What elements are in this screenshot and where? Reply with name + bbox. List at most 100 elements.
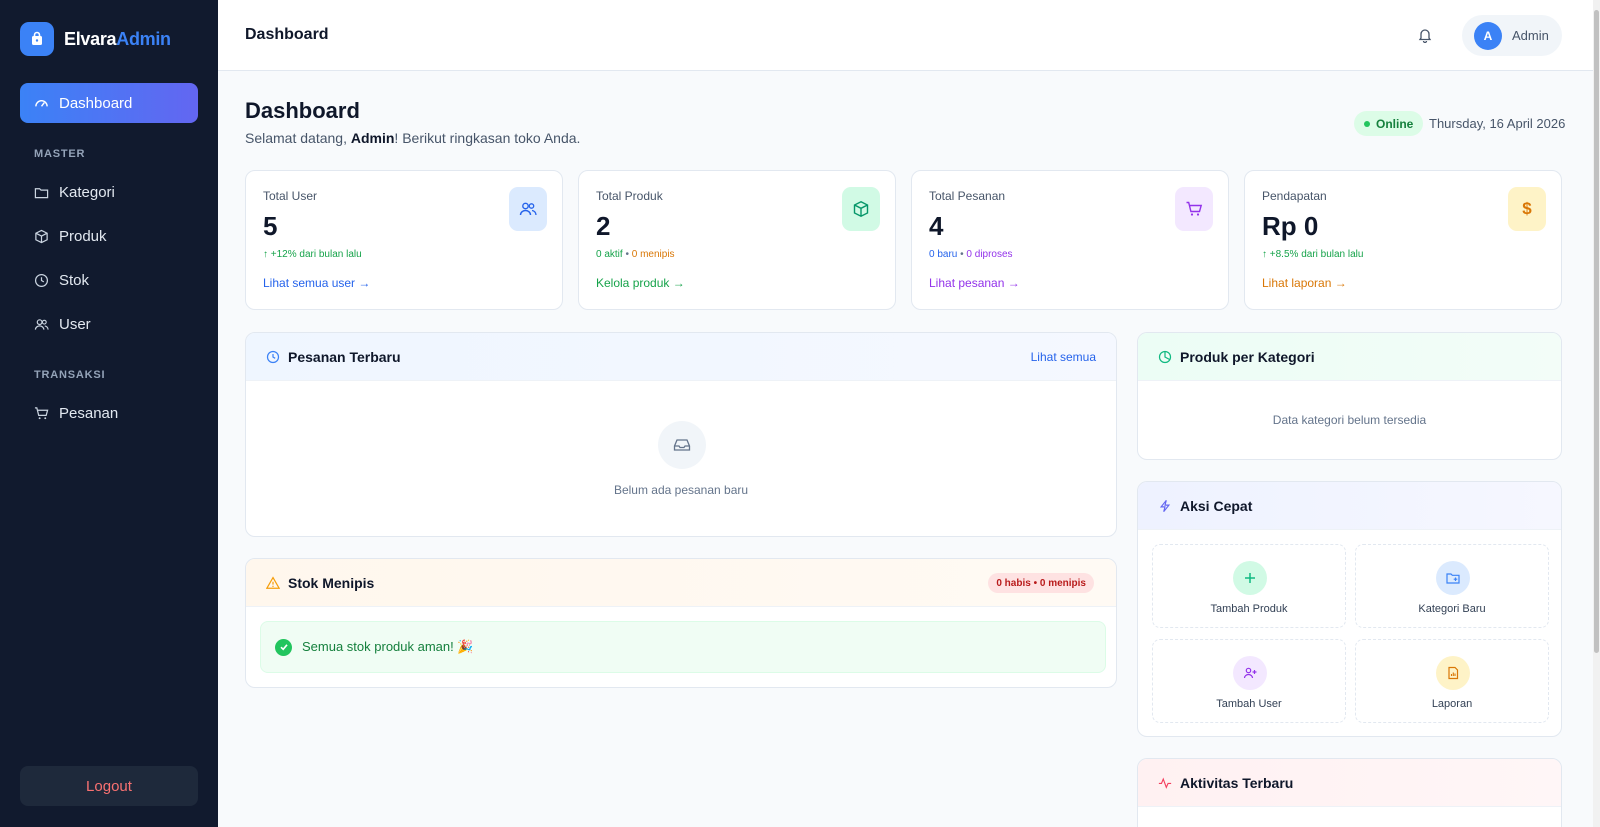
panel-header: Pesanan Terbaru Lihat semua [246, 333, 1116, 381]
sidebar-item-stok[interactable]: Stok [20, 260, 198, 300]
sidebar-item-label: User [59, 315, 91, 333]
avatar: A [1474, 21, 1502, 50]
clock-icon [34, 273, 49, 287]
sidebar: ElvaraAdmin Dashboard MASTER Kategori Pr… [0, 0, 218, 827]
sidebar-item-produk[interactable]: Produk [20, 216, 198, 256]
sidebar-item-label: Dashboard [59, 94, 133, 112]
bell-icon[interactable] [1417, 27, 1433, 43]
panel-header: Produk per Kategori [1138, 333, 1561, 381]
stat-value: 5 [263, 211, 278, 241]
dollar-icon: $ [1508, 187, 1546, 231]
quick-action-label: Tambah User [1216, 698, 1282, 710]
view-orders-link[interactable]: Lihat pesanan → [929, 276, 1020, 290]
stat-value: 4 [929, 211, 944, 241]
page-scrollbar[interactable] [1593, 0, 1600, 827]
quick-actions-panel: Aksi Cepat Tambah Produk Kategori Baru T… [1137, 481, 1562, 737]
users-icon [509, 187, 547, 231]
user-name: Admin [1512, 28, 1549, 43]
shopping-cart-icon [1175, 187, 1213, 231]
stat-label: Total Produk [596, 189, 663, 203]
stat-card-users: Total User 5 ↑ +12% dari bulan lalu Liha… [245, 170, 563, 310]
view-report-link[interactable]: Lihat laporan → [1262, 276, 1347, 290]
online-dot-icon [1364, 120, 1370, 127]
users-icon [34, 318, 49, 330]
topbar: Dashboard A Admin [218, 0, 1593, 71]
sidebar-section-master: MASTER [34, 148, 86, 160]
see-all-orders-link[interactable]: Lihat semua [1031, 350, 1096, 364]
recent-activity-panel: Aktivitas Terbaru [1137, 758, 1562, 827]
add-user-button[interactable]: Tambah User [1152, 639, 1346, 723]
arrow-up-icon: ↑ [1262, 249, 1270, 260]
sidebar-item-pesanan[interactable]: Pesanan [20, 393, 198, 433]
sidebar-item-kategori[interactable]: Kategori [20, 172, 198, 212]
user-menu[interactable]: A Admin [1462, 15, 1562, 56]
topbar-title: Dashboard [245, 26, 329, 43]
dashboard-gauge-icon [35, 99, 48, 107]
view-all-users-link[interactable]: Lihat semua user → [263, 276, 370, 290]
page-title: Dashboard [245, 98, 360, 123]
panel-title: Produk per Kategori [1180, 348, 1315, 365]
new-category-button[interactable]: Kategori Baru [1355, 544, 1549, 628]
check-circle-icon [275, 638, 292, 656]
recent-orders-panel: Pesanan Terbaru Lihat semua Belum ada pe… [245, 332, 1117, 537]
stock-status-badge: 0 habis • 0 menipis [988, 573, 1094, 593]
panel-header: Aktivitas Terbaru [1138, 759, 1561, 807]
stat-card-orders: Total Pesanan 4 0 baru • 0 diproses Liha… [911, 170, 1229, 310]
folder-icon [34, 187, 49, 198]
activity-pulse-icon [1158, 776, 1172, 789]
status-badge: Online [1354, 111, 1424, 136]
stat-breakdown: 0 aktif • 0 menipis [596, 249, 675, 260]
empty-category-text: Data kategori belum tersedia [1272, 413, 1427, 427]
stat-trend: ↑ +8.5% dari bulan lalu [1262, 249, 1364, 260]
sidebar-item-dashboard[interactable]: Dashboard [20, 83, 198, 123]
quick-action-label: Tambah Produk [1210, 603, 1288, 615]
stat-label: Total Pesanan [929, 189, 1006, 203]
panel-header: Aksi Cepat [1138, 482, 1561, 530]
panel-header: Stok Menipis 0 habis • 0 menipis [246, 559, 1116, 607]
current-date: Thursday, 16 April 2026 [1429, 116, 1566, 131]
stock-ok-text: Semua stok produk aman! 🎉 [302, 639, 474, 654]
stat-label: Total User [263, 189, 318, 203]
sidebar-item-user[interactable]: User [20, 304, 198, 344]
stat-value: Rp 0 [1262, 211, 1319, 241]
stat-label: Pendapatan [1262, 189, 1327, 203]
empty-orders-text: Belum ada pesanan baru [613, 483, 749, 497]
sidebar-item-label: Stok [59, 271, 90, 289]
brand-name: ElvaraAdmin [64, 28, 171, 49]
lightning-icon [1159, 499, 1171, 512]
panel-title: Stok Menipis [288, 574, 375, 591]
folder-plus-icon [1436, 561, 1470, 595]
panel-title: Pesanan Terbaru [288, 348, 401, 365]
plus-icon [1233, 561, 1267, 595]
sidebar-item-label: Pesanan [59, 404, 119, 422]
category-panel: Produk per Kategori Data kategori belum … [1137, 332, 1562, 460]
warning-icon [266, 575, 280, 589]
report-button[interactable]: Laporan [1355, 639, 1549, 723]
manage-products-link[interactable]: Kelola produk → [596, 276, 685, 290]
scrollbar-thumb[interactable] [1594, 10, 1599, 653]
add-product-button[interactable]: Tambah Produk [1152, 544, 1346, 628]
shopping-bag-icon [20, 22, 54, 56]
stat-card-revenue: Pendapatan Rp 0 ↑ +8.5% dari bulan lalu … [1244, 170, 1562, 310]
stat-card-products: Total Produk 2 0 aktif • 0 menipis Kelol… [578, 170, 896, 310]
arrow-up-icon: ↑ [263, 249, 271, 260]
low-stock-panel: Stok Menipis 0 habis • 0 menipis Semua s… [245, 558, 1117, 688]
stat-breakdown: 0 baru • 0 diproses [929, 249, 1013, 260]
box-icon [842, 187, 880, 231]
quick-action-label: Kategori Baru [1418, 603, 1486, 615]
sidebar-item-label: Produk [59, 227, 107, 245]
sidebar-section-transaksi: TRANSAKSI [34, 369, 106, 381]
panel-title: Aksi Cepat [1180, 497, 1253, 514]
brand[interactable]: ElvaraAdmin [20, 22, 171, 56]
box-icon [35, 229, 48, 243]
report-file-icon [1436, 656, 1470, 690]
stat-trend: ↑ +12% dari bulan lalu [263, 249, 362, 260]
logout-button[interactable]: Logout [20, 766, 198, 806]
clock-icon [266, 350, 280, 363]
inbox-icon [658, 421, 706, 469]
stock-ok-alert: Semua stok produk aman! 🎉 [260, 621, 1106, 673]
panel-title: Aktivitas Terbaru [1180, 774, 1294, 791]
quick-action-label: Laporan [1431, 698, 1473, 710]
sidebar-item-label: Kategori [59, 183, 115, 201]
page-subtitle: Selamat datang, Admin! Berikut ringkasan… [245, 130, 581, 146]
